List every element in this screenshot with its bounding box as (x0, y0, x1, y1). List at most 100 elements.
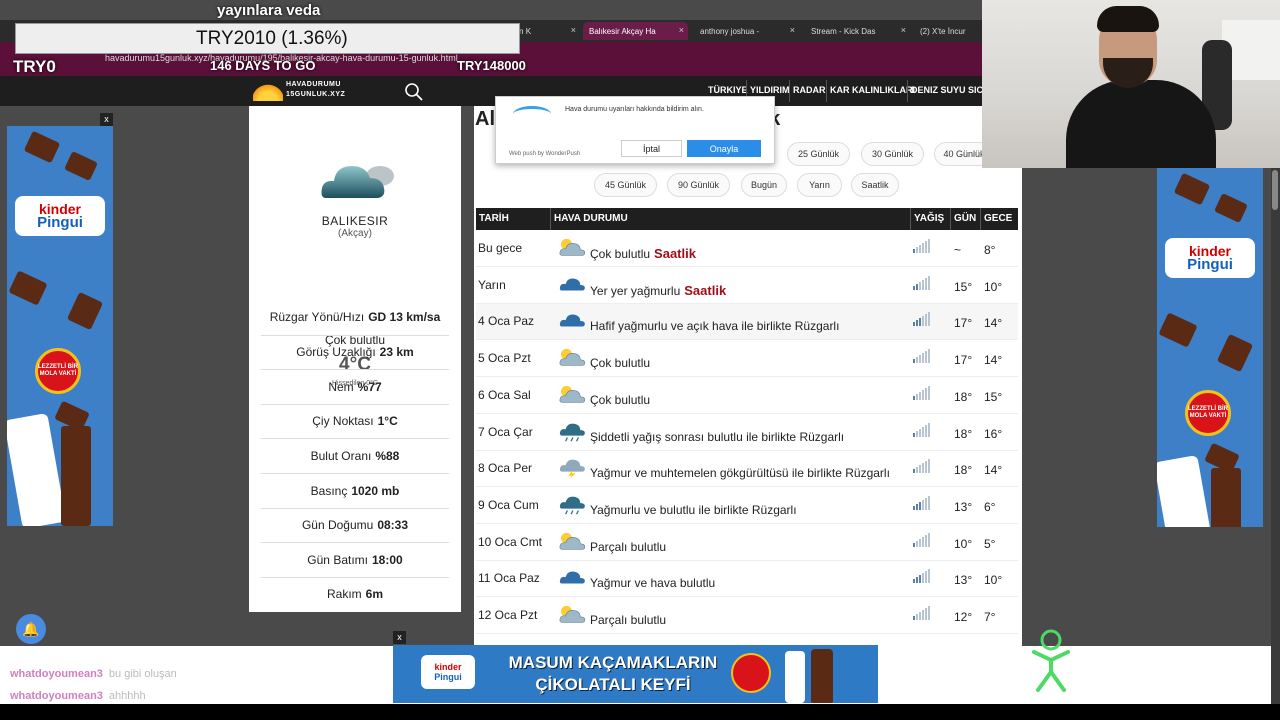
forecast-range-pill[interactable]: Saatlik (851, 173, 899, 197)
stat-value: 08:33 (377, 518, 409, 533)
day-temp: 15° (954, 279, 973, 294)
cloud-icon (321, 166, 394, 198)
hourly-link[interactable]: Saatlik (654, 246, 696, 261)
forecast-range-pill[interactable]: Bugün (741, 173, 787, 197)
stat-value: 18:00 (372, 552, 403, 567)
night-temp: 7° (984, 610, 996, 624)
bottom-ad-banner[interactable]: MASUM KAÇAMAKLARIN ÇİKOLATALI KEYFİ kind… (393, 645, 878, 703)
stat-row: Rakım 6m (261, 576, 449, 611)
nav-link[interactable]: DENIZ SUYU SICA (911, 85, 990, 95)
partly-cloudy-icon (559, 348, 586, 366)
description-text: Hafif yağmurlu ve açık hava ile birlikte… (590, 319, 840, 334)
day-temp: ~ (954, 243, 962, 257)
currency-right-overlay: TRY148000 (457, 58, 526, 73)
tab-close-icon[interactable]: × (790, 25, 795, 35)
forecast-description: Yağmur ve muhtemelen gökgürültüsü ile bi… (590, 466, 890, 480)
nav-divider (907, 80, 908, 102)
stat-label: Bulut Oranı (310, 448, 372, 463)
webcam-overlay (982, 0, 1280, 168)
stat-label: Basınç (310, 483, 348, 498)
browser-tab[interactable]: anthony joshua - × (694, 22, 799, 40)
search-icon[interactable] (404, 82, 424, 102)
forecast-range-pill[interactable]: 25 Günlük (787, 142, 850, 166)
rain-bars-icon (913, 606, 930, 620)
stat-value: 1020 mb (351, 483, 400, 498)
ad-slogan-line-2: ÇİKOLATALI KEYFİ (535, 675, 691, 694)
forecast-description: Parçalı bulutlu (590, 613, 666, 627)
stat-value: %77 (357, 379, 382, 394)
stat-row: Rüzgar Yönü/Hızı GD 13 km/sa (261, 300, 449, 334)
tab-close-icon[interactable]: × (571, 25, 576, 35)
forecast-range-pill[interactable]: 45 Günlük (594, 173, 657, 197)
nav-link[interactable]: KAR KALINLIKLARI (830, 85, 915, 95)
ad-slogan-line-1: MASUM KAÇAMAKLARIN (508, 653, 718, 672)
day-temp: 18° (954, 463, 973, 478)
tab-close-icon[interactable]: × (901, 25, 906, 35)
tab-label: anthony joshua - (700, 26, 760, 36)
day-temp: 13° (954, 499, 973, 514)
description-text: Yer yer yağmurlu (590, 283, 681, 298)
rain-bars-icon (913, 459, 930, 474)
stat-label: Gün Doğumu (301, 518, 374, 533)
forecast-description: Çok bulutlu (590, 393, 650, 407)
nav-divider (826, 80, 827, 102)
forecast-range-pill[interactable]: Yarın (797, 173, 842, 197)
stat-label: Çiy Noktası (312, 414, 374, 429)
right-ad-banner[interactable]: kinder Pingui LEZZETLİ BİR MOLA VAKTİ (1157, 168, 1263, 527)
browser-tab[interactable]: (2) X'te İncur (914, 22, 982, 40)
forecast-description: Yer yer yağmurlu Saatlik (590, 283, 726, 298)
close-left-ad-button[interactable]: x (100, 113, 113, 126)
night-temp: 10° (984, 279, 1003, 294)
day-temp: 10° (954, 536, 973, 551)
rain-bars-icon (913, 532, 930, 547)
nav-link[interactable]: YILDIRIM (750, 85, 790, 95)
alarm-clock-icon: LEZZETLİ BİR MOLA VAKTİ (1185, 390, 1231, 436)
rain-bars-icon (913, 275, 930, 290)
forecast-date: 12 Oca Pzt (478, 608, 538, 622)
forecast-description: Hafif yağmurlu ve açık hava ile birlikte… (590, 319, 839, 333)
rain-cloud-icon (559, 278, 585, 291)
partly-cloudy-icon (559, 238, 586, 256)
bottom-black-bar (0, 704, 1280, 720)
nav-link[interactable]: RADAR (793, 85, 826, 95)
nav-link[interactable]: TÜRKIYE (708, 85, 748, 95)
close-bottom-ad-button[interactable]: x (393, 631, 406, 644)
description-text: Çok bulutlu (590, 392, 651, 407)
brand-bottom-text: Pingui (1187, 256, 1233, 273)
brand-top-text: kinder (434, 662, 462, 672)
alarm-clock-icon: LEZZETLİ BİR MOLA VAKTİ (35, 348, 81, 394)
currency-left-overlay: TRY0 (13, 57, 56, 76)
stat-label: Nem (328, 379, 354, 394)
site-logo[interactable]: HAVADURUMU 15GUNLUK.XYZ (253, 79, 345, 101)
forecast-range-pill[interactable]: 30 Günlük (861, 142, 924, 166)
stat-value: %88 (375, 448, 400, 463)
scrollbar-thumb[interactable] (1272, 170, 1278, 210)
hourly-link[interactable]: Saatlik (684, 283, 726, 298)
tab-close-icon[interactable]: × (679, 25, 684, 35)
stat-label: Gün Batımı (307, 552, 368, 567)
brand-bottom-text: Pingui (434, 672, 462, 682)
cancel-button[interactable]: İptal (621, 140, 682, 157)
day-temp: 18° (954, 389, 973, 404)
forecast-date: 9 Oca Cum (478, 497, 539, 512)
rain-bars-icon (913, 312, 930, 327)
stat-label: Rakım (326, 587, 362, 602)
thunder-icon (559, 459, 585, 480)
page-scrollbar[interactable] (1271, 168, 1280, 704)
day-temp: 17° (954, 316, 973, 331)
description-text: Yağmur ve hava bulutlu (590, 576, 716, 591)
description-text: Yağmur ve muhtemelen gökgürültüsü ile bi… (590, 466, 890, 481)
browser-tab[interactable]: Balıkesir Akçay Ha × (583, 22, 688, 40)
description-text: Yağmurlu ve bulutlu ile birlikte Rüzgarl… (590, 502, 797, 517)
forecast-range-pill[interactable]: 90 Günlük (667, 173, 730, 197)
city-name: BALIKESIR (321, 214, 389, 228)
notification-bell-icon[interactable]: 🔔 (16, 614, 46, 644)
tab-label: Stream - Kick Das (811, 26, 876, 36)
stat-row: Çiy Noktası 1°C (261, 403, 449, 438)
left-ad-banner[interactable]: kinder Pingui LEZZETLİ BİR MOLA VAKTİ (7, 126, 113, 526)
browser-tab[interactable]: Stream - Kick Das × (805, 22, 910, 40)
description-text: Çok bulutlu (590, 356, 651, 371)
popup-logo-icon (513, 106, 551, 122)
confirm-button[interactable]: Onayla (687, 140, 761, 157)
header-divider (550, 208, 551, 230)
